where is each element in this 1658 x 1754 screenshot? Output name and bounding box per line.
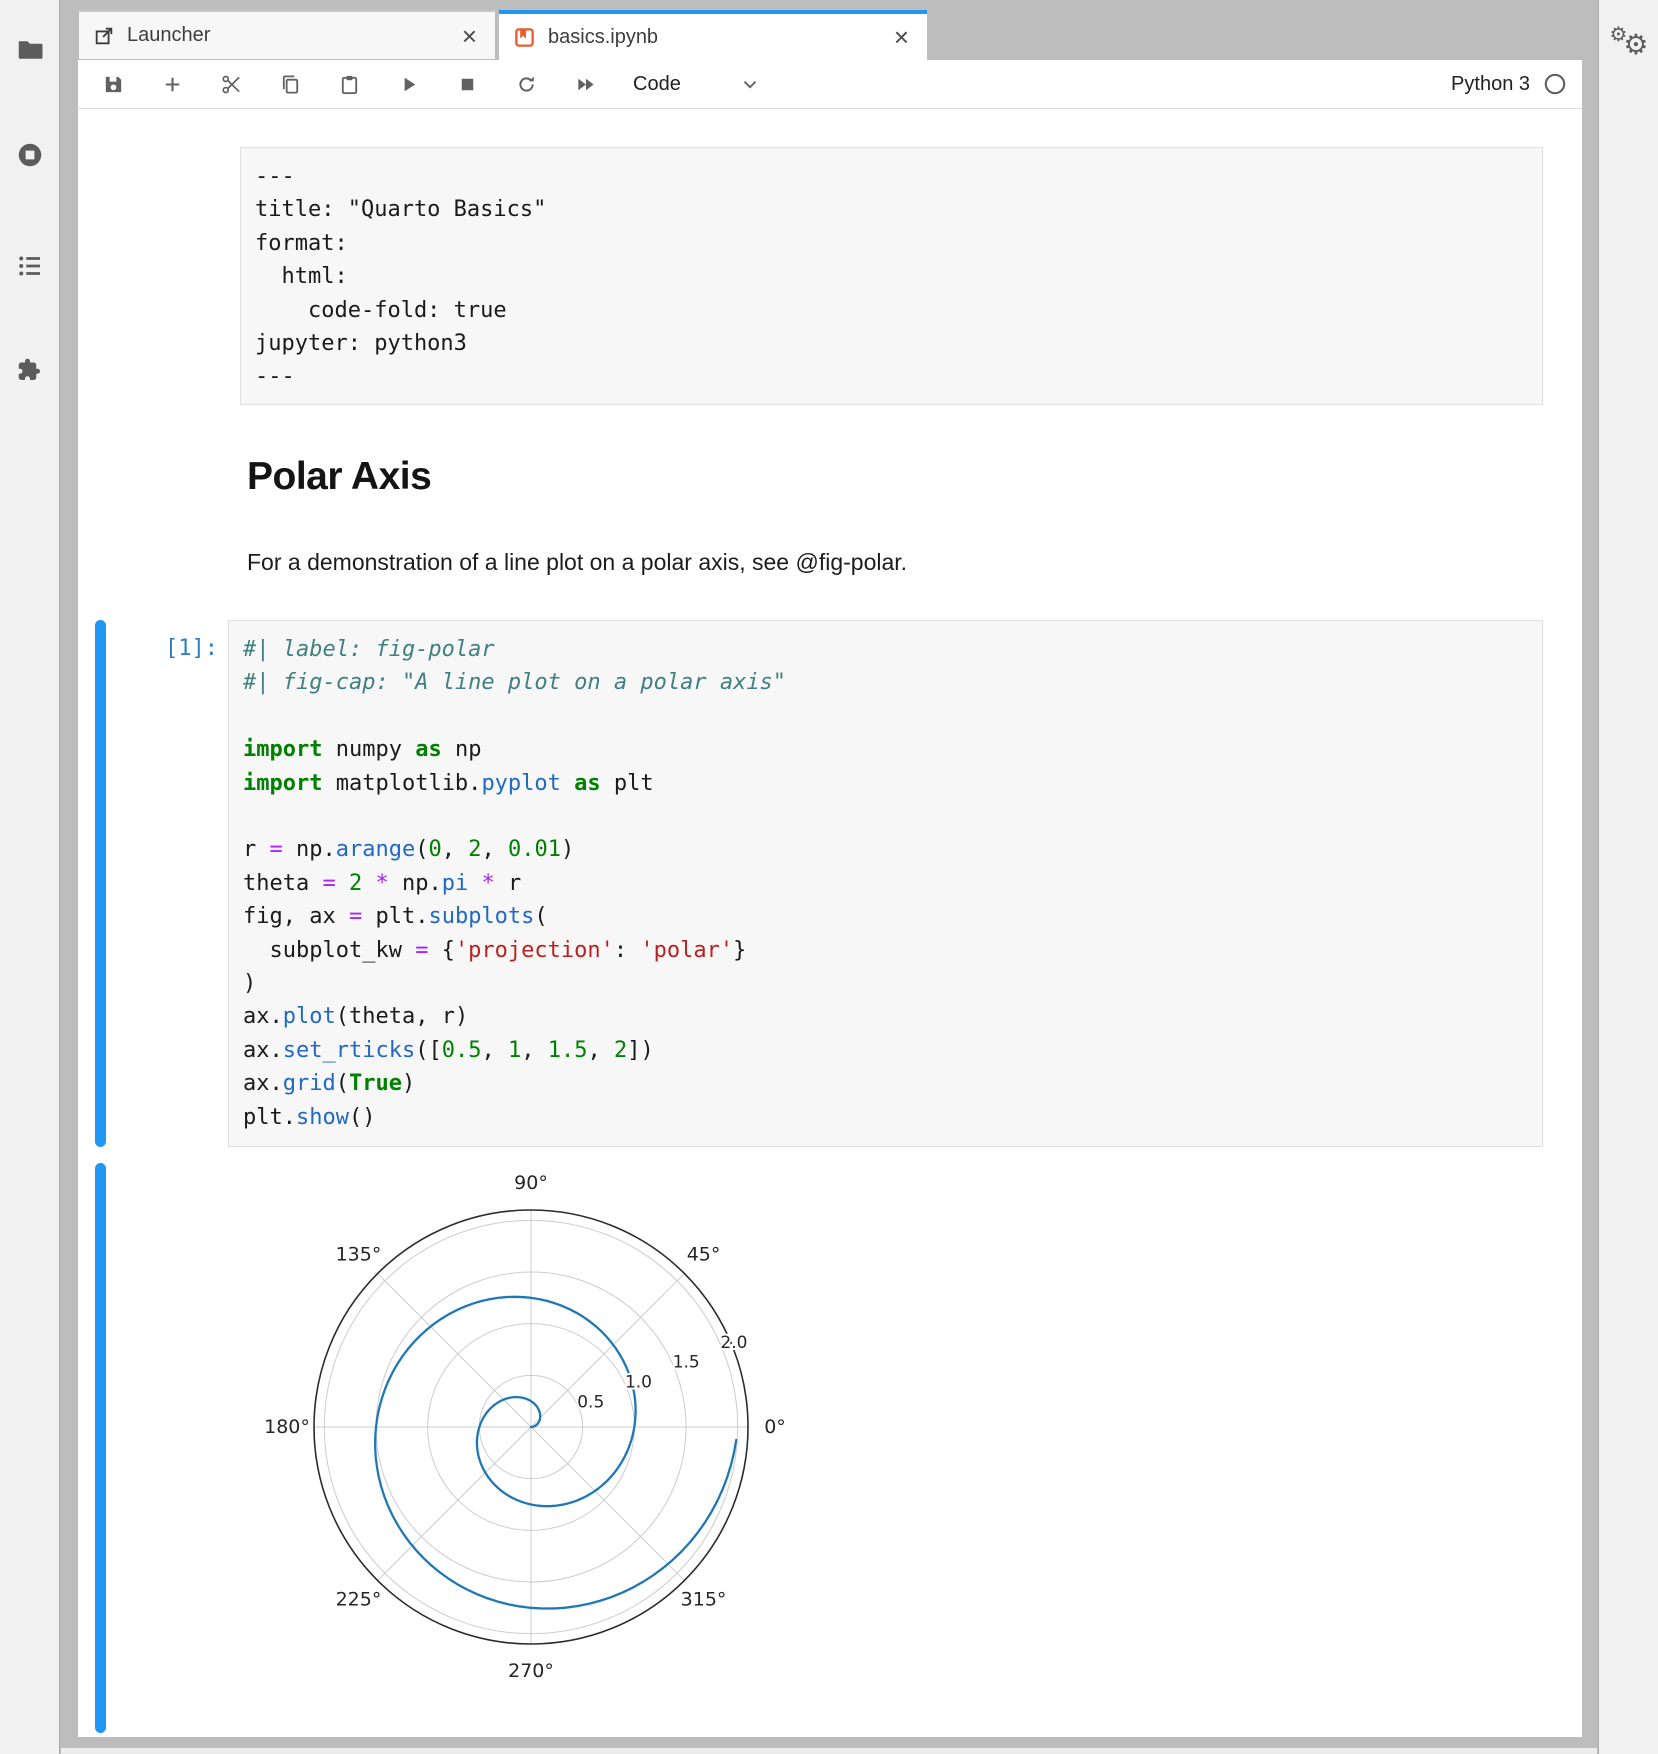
cut-cells-icon[interactable]: [210, 64, 252, 104]
window-bottom-edge: [61, 1748, 1597, 1754]
tab-label: basics.ipynb: [548, 26, 658, 49]
save-icon[interactable]: [92, 64, 134, 104]
svg-text:2.0: 2.0: [720, 1333, 747, 1353]
chevron-down-icon: [739, 73, 761, 95]
svg-text:90°: 90°: [514, 1172, 548, 1194]
running-sessions-icon[interactable]: [0, 129, 60, 181]
run-icon[interactable]: [387, 64, 429, 104]
kernel-status-icon: [1542, 71, 1568, 97]
dock-tab-bar: Launcher × basics.ipynb ×: [78, 10, 1582, 60]
notebook-window: Launcher × basics.ipynb ×: [78, 10, 1582, 1737]
svg-text:315°: 315°: [681, 1589, 727, 1611]
svg-text:1.0: 1.0: [625, 1372, 652, 1392]
markdown-paragraph: For a demonstration of a line plot on a …: [247, 549, 907, 576]
restart-kernel-icon[interactable]: [505, 64, 547, 104]
notebook-toolbar: Code Python 3: [78, 60, 1582, 109]
svg-text:0.5: 0.5: [577, 1392, 604, 1412]
input-collapser[interactable]: [95, 620, 106, 1147]
property-inspector-gears-icon[interactable]: ⚙⚙: [1599, 24, 1658, 76]
tab-launcher[interactable]: Launcher ×: [78, 10, 496, 60]
insert-cell-icon[interactable]: [151, 64, 193, 104]
fast-forward-icon[interactable]: [564, 64, 606, 104]
right-sidebar: ⚙⚙: [1598, 0, 1658, 1754]
notebook-content: ---title: "Quarto Basics"format: html: c…: [78, 109, 1582, 1737]
kernel-name: Python 3: [1451, 73, 1530, 96]
kernel-switcher[interactable]: Python 3: [1451, 71, 1568, 97]
copy-cells-icon[interactable]: [269, 64, 311, 104]
polar-plot: 0° 45° 90° 135° 180° 225° 270° 315° 0.5 1.0 1.5 2.0: [231, 1155, 831, 1699]
notebook-panel: Code Python 3 ---title: "Quarto Basics"f…: [78, 60, 1582, 1737]
tab-label: Launcher: [127, 24, 210, 47]
code-lines: #| label: fig-polar#| fig-cap: "A line p…: [243, 633, 1528, 1134]
raw-cell-yaml[interactable]: ---title: "Quarto Basics"format: html: c…: [240, 147, 1543, 405]
svg-text:0°: 0°: [764, 1416, 786, 1438]
execution-count-prompt: [1]:: [108, 632, 218, 665]
code-cell-editor[interactable]: #| label: fig-polar#| fig-cap: "A line p…: [228, 620, 1543, 1147]
svg-text:225°: 225°: [336, 1589, 382, 1611]
close-icon[interactable]: ×: [458, 26, 481, 46]
paste-cells-icon[interactable]: [328, 64, 370, 104]
table-of-contents-icon[interactable]: [0, 240, 60, 292]
cell-type-dropdown[interactable]: Code: [633, 73, 761, 96]
output-collapser[interactable]: [95, 1163, 106, 1733]
launcher-icon: [93, 25, 115, 47]
svg-text:270°: 270°: [508, 1660, 554, 1682]
svg-text:45°: 45°: [687, 1243, 721, 1265]
extensions-icon[interactable]: [0, 344, 60, 396]
cell-type-value: Code: [633, 73, 681, 96]
svg-text:1.5: 1.5: [673, 1353, 700, 1373]
close-icon[interactable]: ×: [890, 27, 913, 47]
left-sidebar: [0, 0, 60, 1754]
notebook-icon: [513, 26, 536, 49]
cell-output-area: 0° 45° 90° 135° 180° 225° 270° 315° 0.5 1.0 1.5 2.0: [231, 1155, 851, 1715]
svg-text:135°: 135°: [336, 1243, 382, 1265]
stop-icon[interactable]: [446, 64, 488, 104]
svg-text:180°: 180°: [264, 1416, 310, 1438]
file-browser-icon[interactable]: [0, 24, 60, 76]
markdown-heading: Polar Axis: [247, 455, 431, 499]
jupyterlab-app: ⚙⚙ Launcher × b: [0, 0, 1658, 1754]
tab-basics-ipynb[interactable]: basics.ipynb ×: [499, 10, 927, 60]
raw-cell-editor: ---title: "Quarto Basics"format: html: c…: [255, 160, 1528, 394]
